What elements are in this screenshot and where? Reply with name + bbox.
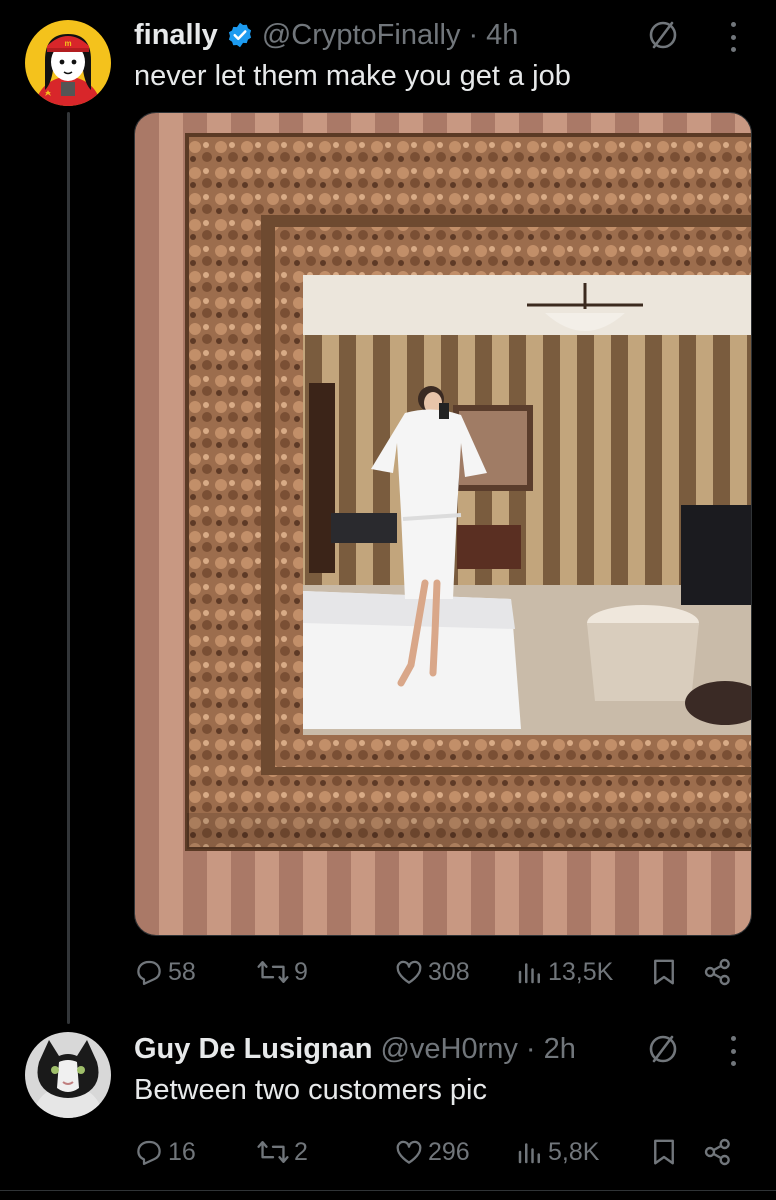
author-name[interactable]: Guy De Lusignan [134, 1033, 372, 1066]
share-icon [704, 958, 730, 986]
reply-text: Between two customers pic [134, 1074, 487, 1106]
repost-icon [257, 1141, 289, 1163]
views-button[interactable]: 13,5K [516, 952, 613, 992]
bookmark-icon [654, 1139, 674, 1165]
views-icon [518, 1143, 540, 1164]
separator-dot: · [468, 18, 479, 51]
more-icon[interactable] [728, 1036, 738, 1066]
reply-count: 16 [168, 1137, 196, 1166]
tweet-media[interactable] [134, 112, 752, 936]
main-tweet[interactable]: m finally @CryptoFinally · 4h never let … [0, 0, 776, 1010]
like-button[interactable]: 308 [394, 952, 470, 992]
bookmark-button[interactable] [650, 952, 678, 992]
reply-tweet[interactable]: Guy De Lusignan @veH0rny · 2h Between tw… [0, 1010, 776, 1190]
repost-button[interactable]: 9 [256, 952, 308, 992]
views-count: 5,8K [548, 1137, 600, 1166]
photo-mirror-selfie [135, 113, 751, 935]
share-button[interactable] [702, 1132, 734, 1172]
share-icon [704, 1138, 730, 1166]
grok-icon[interactable] [645, 17, 681, 53]
timestamp[interactable]: 2h [544, 1033, 576, 1066]
tweet-header: finally @CryptoFinally · 4h [134, 15, 518, 55]
bookmark-icon [654, 959, 674, 985]
svg-text:m: m [64, 39, 71, 48]
author-name[interactable]: finally [134, 19, 218, 52]
reply-count: 58 [168, 957, 196, 986]
reply-action-bar: 16 2 296 5,8K [134, 1132, 750, 1172]
timestamp[interactable]: 4h [486, 19, 518, 52]
views-count: 13,5K [548, 957, 614, 986]
author-handle[interactable]: @CryptoFinally [262, 19, 461, 52]
author-handle[interactable]: @veH0rny [380, 1033, 517, 1066]
reply-button[interactable]: 58 [134, 952, 196, 992]
repost-count: 2 [294, 1137, 308, 1166]
bookmark-button[interactable] [650, 1132, 678, 1172]
views-button[interactable]: 5,8K [516, 1132, 599, 1172]
reply-icon [137, 1140, 161, 1165]
reply-header: Guy De Lusignan @veH0rny · 2h [134, 1029, 576, 1069]
grok-icon[interactable] [645, 1031, 681, 1067]
views-icon [518, 963, 540, 984]
repost-icon [257, 961, 289, 983]
avatar[interactable]: m [25, 20, 111, 106]
like-count: 296 [428, 1137, 470, 1166]
separator-dot: · [525, 1032, 536, 1065]
avatar[interactable] [25, 1032, 111, 1118]
like-count: 308 [428, 957, 470, 986]
verified-badge-icon [228, 22, 251, 48]
tweet-text: never let them make you get a job [134, 60, 571, 92]
reply-icon [137, 960, 161, 985]
like-icon [396, 1140, 422, 1164]
divider [0, 1190, 776, 1191]
repost-button[interactable]: 2 [256, 1132, 308, 1172]
tweet-action-bar: 58 9 308 13,5K [134, 952, 750, 992]
reply-button[interactable]: 16 [134, 1132, 196, 1172]
share-button[interactable] [702, 952, 734, 992]
like-icon [396, 960, 422, 984]
repost-count: 9 [294, 957, 308, 986]
like-button[interactable]: 296 [394, 1132, 470, 1172]
more-icon[interactable] [728, 22, 738, 52]
